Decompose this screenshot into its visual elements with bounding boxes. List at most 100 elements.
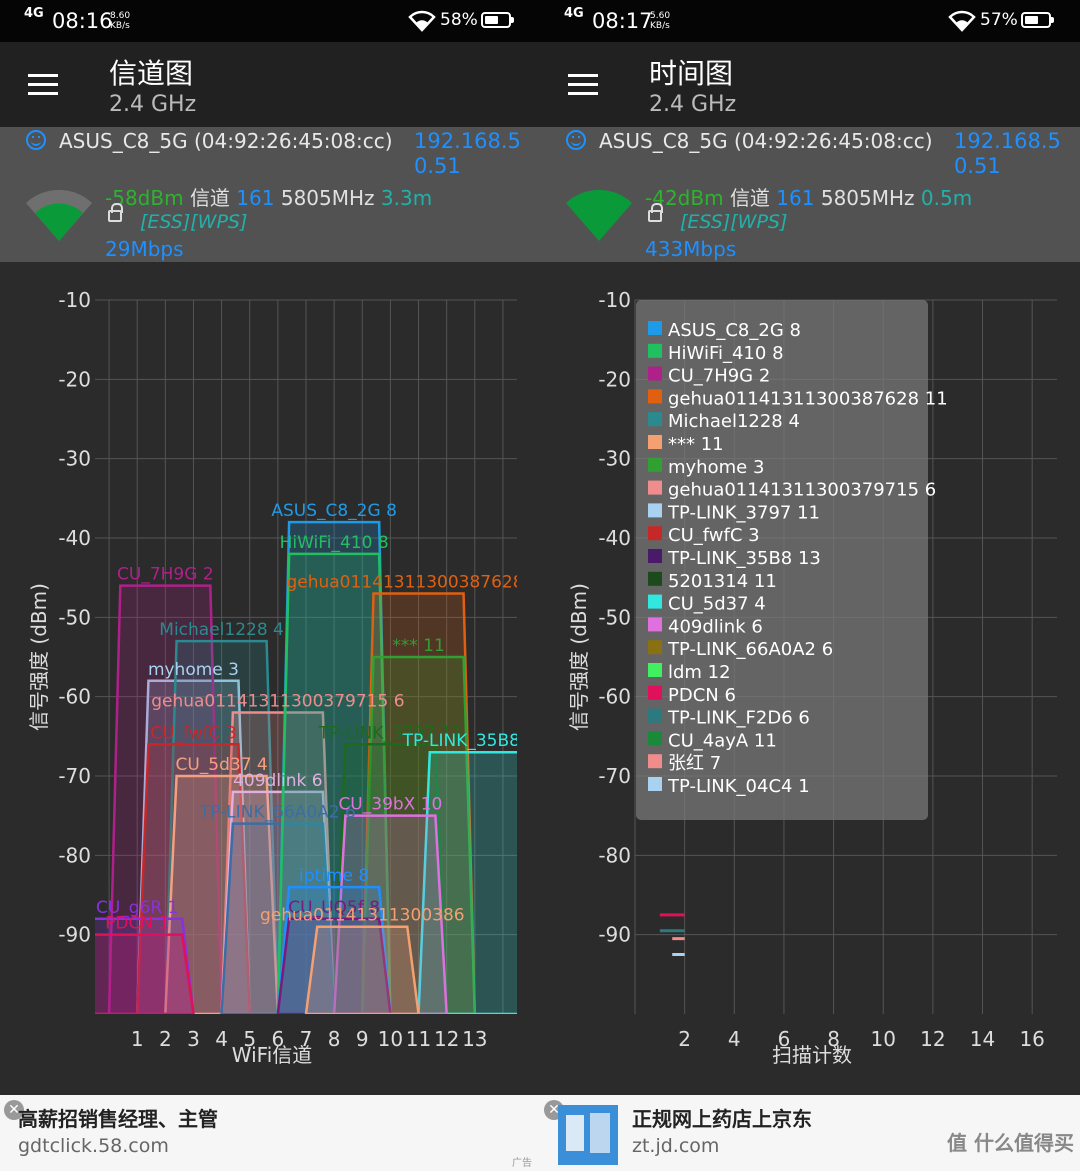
x-tick-label: 2 xyxy=(678,1027,691,1051)
legend-swatch xyxy=(648,526,662,541)
app-bar: 信道图 2.4 GHz xyxy=(0,42,540,127)
ad-title[interactable]: 正规网上药店上京东 xyxy=(632,1103,812,1132)
y-axis-label: 信号强度 (dBm) xyxy=(27,583,51,731)
legend-label: 张红 7 xyxy=(668,753,721,774)
connected-smile-icon xyxy=(26,130,46,150)
legend-label: ldm 12 xyxy=(668,662,731,683)
wifi-signal-icon xyxy=(26,189,92,241)
ad-banner[interactable]: ✕ 高薪招销售经理、主管 gdtclick.58.com 广告 xyxy=(0,1095,540,1171)
x-tick-label: 11 xyxy=(406,1027,431,1051)
frequency: 5805MHz xyxy=(280,186,375,210)
legend-swatch xyxy=(648,708,662,723)
net-speed: 5.60 KB/s xyxy=(650,11,671,31)
x-tick-label: 1 xyxy=(131,1027,144,1051)
legend-swatch xyxy=(648,663,662,677)
menu-icon[interactable] xyxy=(28,74,58,96)
band-subtitle: 2.4 GHz xyxy=(109,92,197,117)
distance: 0.5m xyxy=(920,186,973,210)
y-tick-label: -40 xyxy=(58,526,91,550)
y-tick-label: -50 xyxy=(58,605,91,629)
connected-smile-icon xyxy=(566,130,586,150)
y-axis-label: 信号强度 (dBm) xyxy=(567,583,591,731)
legend-swatch xyxy=(648,480,662,495)
status-bar: 4G 08:17 5.60 KB/s 57% xyxy=(540,0,1080,42)
network-indicator: 4G xyxy=(24,6,44,21)
status-bar: 4G 08:16 8.60 KB/s 58% xyxy=(0,0,540,42)
battery-percent: 57% xyxy=(980,10,1018,30)
y-tick-label: -20 xyxy=(598,367,631,391)
ad-url[interactable]: gdtclick.58.com xyxy=(18,1135,169,1157)
page-title: 时间图 xyxy=(649,57,734,90)
network-label: ASUS_C8_2G 8 xyxy=(271,501,397,521)
network-label: gehua01141311300386 xyxy=(260,906,465,926)
legend-label: TP-LINK_35B8 13 xyxy=(667,548,821,569)
network-label: CU_7H9G 2 xyxy=(117,565,214,585)
ad-url[interactable]: zt.jd.com xyxy=(632,1135,719,1157)
wifi-status-icon xyxy=(948,10,976,32)
network-label: iptime 8 xyxy=(299,866,369,886)
ad-tag: 广告 xyxy=(512,1158,532,1169)
network-label: 409dlink 6 xyxy=(233,771,323,791)
frequency: 5805MHz xyxy=(820,186,915,210)
network-curve xyxy=(95,933,195,1014)
battery-percent: 58% xyxy=(440,10,478,30)
ad-title[interactable]: 高薪招销售经理、主管 xyxy=(18,1103,218,1132)
channel-chart: -10-20-30-40-50-60-70-80-901 2 3 4 5 6 7 8 9 10 11… xyxy=(0,262,540,1095)
legend-label: CU_4ayA 11 xyxy=(668,730,777,751)
time-chart: -10-20-30-40-50-60-70-80-902 4 6 8 10 12 14 16扫… xyxy=(540,262,1080,1095)
connected-ssid: ASUS_C8_5G (04:92:26:45:08:cc) xyxy=(599,129,933,153)
page-title: 信道图 xyxy=(109,57,194,90)
legend-swatch xyxy=(648,640,662,655)
legend-label: PDCN 6 xyxy=(668,685,736,706)
signal-details: -42dBm 信道 161 5805MHz 0.5m xyxy=(645,182,972,211)
battery-icon xyxy=(481,12,514,28)
app-bar: 时间图 2.4 GHz xyxy=(540,42,1080,127)
legend-swatch xyxy=(648,549,662,563)
menu-icon[interactable] xyxy=(568,74,598,96)
y-tick-label: -10 xyxy=(598,288,631,312)
channel-series-group: myhome 3 CU_7H9G 2 Michael1228 4 gehua01141… xyxy=(95,501,517,1014)
ad-banner[interactable]: ✕ 正规网上药店上京东 zt.jd.com 值 什么值得买 xyxy=(540,1095,1080,1171)
x-tick-label: 10 xyxy=(378,1027,403,1051)
wifi-status-icon xyxy=(408,10,436,32)
legend-label: gehua01141311300379715 6 xyxy=(668,480,936,501)
legend-swatch xyxy=(648,731,662,746)
capabilities: [ESS][WPS] xyxy=(140,211,248,233)
x-tick-label: 12 xyxy=(920,1027,945,1051)
y-tick-label: -20 xyxy=(58,367,91,391)
y-tick-label: -30 xyxy=(598,447,631,471)
y-tick-label: -80 xyxy=(58,843,91,867)
legend-label: HiWiFi_410 8 xyxy=(668,343,784,364)
channel-graph-screen: 4G 08:16 8.60 KB/s 58% 信道图 2.4 GHz ASUS_C… xyxy=(0,0,540,1171)
x-tick-label: 10 xyxy=(871,1027,896,1051)
legend-label: 5201314 11 xyxy=(668,571,777,592)
legend-swatch xyxy=(648,503,662,518)
ip-address: 192.168.50.51 xyxy=(414,129,521,178)
chart-legend: ASUS_C8_2G 8HiWiFi_410 8CU_7H9G 2 gehua01… xyxy=(636,300,948,820)
y-tick-label: -70 xyxy=(58,764,91,788)
connection-info[interactable]: ASUS_C8_5G (04:92:26:45:08:cc) 192.168.5… xyxy=(0,127,540,262)
y-tick-label: -60 xyxy=(598,685,631,709)
legend-label: TP-LINK_3797 11 xyxy=(667,502,820,523)
x-tick-label: 12 xyxy=(434,1027,459,1051)
connected-ssid: ASUS_C8_5G (04:92:26:45:08:cc) xyxy=(59,129,393,153)
legend-swatch xyxy=(648,366,662,381)
legend-label: ASUS_C8_2G 8 xyxy=(668,320,801,341)
watermark-logo: 值 什么值得买 xyxy=(947,1131,1074,1155)
network-curve xyxy=(304,925,420,1014)
network-label: HiWiFi_410 8 xyxy=(280,533,389,553)
legend-label: CU_7H9G 2 xyxy=(668,366,770,387)
channel-number: 161 xyxy=(776,186,815,210)
capabilities: [ESS][WPS] xyxy=(680,211,788,233)
legend-label: CU_fwfC 3 xyxy=(668,525,760,546)
legend-swatch xyxy=(648,435,662,449)
legend-label: TP-LINK_04C4 1 xyxy=(667,776,810,797)
network-label: gehua01141311300379715 6 xyxy=(151,692,404,712)
legend-swatch xyxy=(648,457,662,472)
connection-info[interactable]: ASUS_C8_5G (04:92:26:45:08:cc) 192.168.5… xyxy=(540,127,1080,262)
legend-label: TP-LINK_66A0A2 6 xyxy=(667,639,833,660)
legend-swatch xyxy=(648,571,662,586)
ad-thumbnail[interactable] xyxy=(558,1105,618,1165)
x-tick-label: 9 xyxy=(356,1027,369,1051)
lock-icon xyxy=(648,203,663,222)
